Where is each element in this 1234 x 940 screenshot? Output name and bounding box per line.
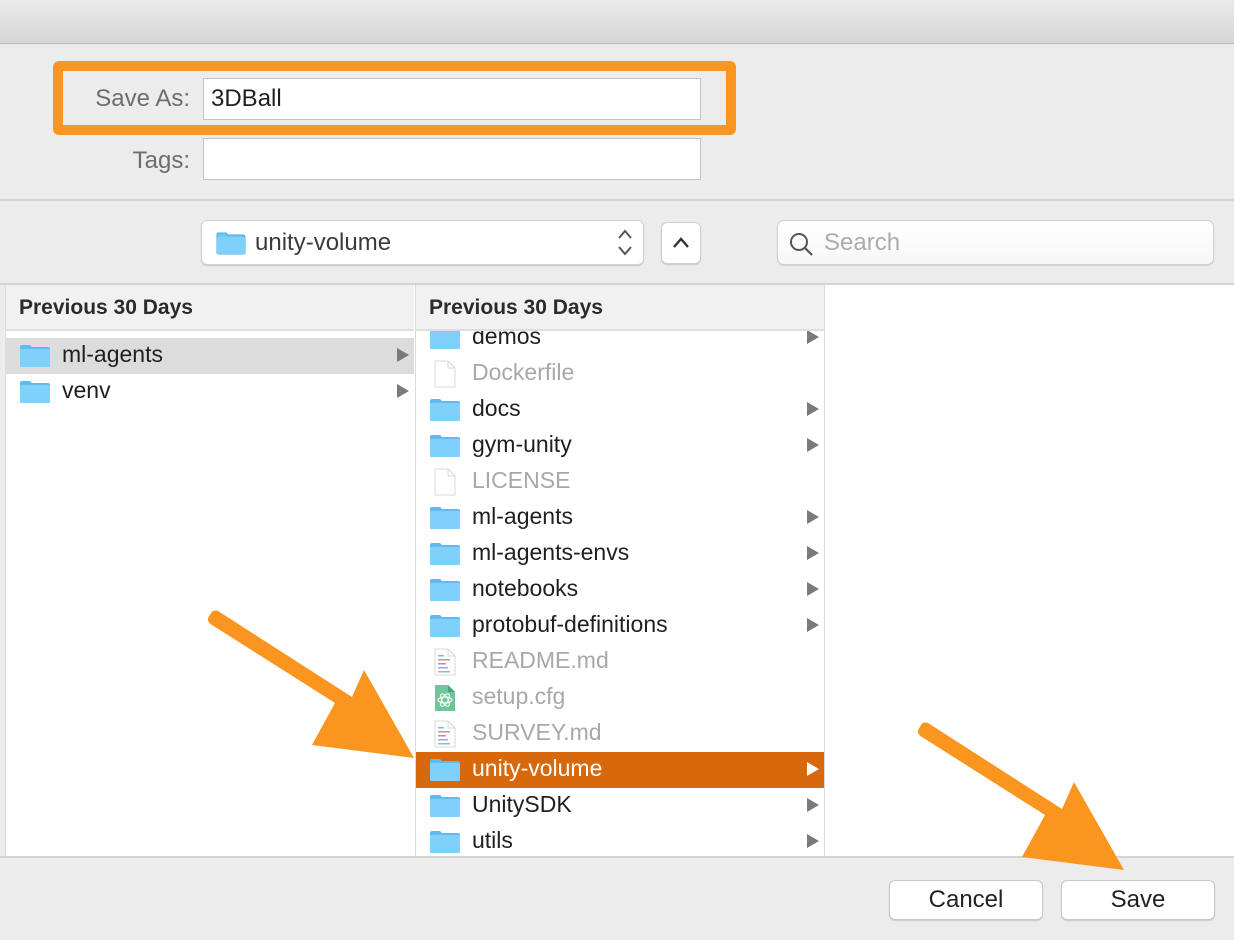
item-name: docs <box>472 395 521 421</box>
disclosure-chevron-icon <box>807 510 819 524</box>
disclosure-chevron-icon <box>807 402 819 416</box>
markdown-file-icon <box>429 648 461 681</box>
list-item[interactable]: SURVEY.md <box>416 716 824 752</box>
dialog-footer: Cancel Save <box>0 856 1234 940</box>
disclosure-chevron-icon <box>397 348 409 362</box>
folder-icon <box>429 398 461 427</box>
list-item[interactable]: venv <box>6 374 414 410</box>
folder-icon <box>429 614 461 643</box>
list-item[interactable]: LICENSE <box>416 464 824 500</box>
column-2-list: demos Dockerfile docs gym-unity LICENSE ml-ag… <box>416 320 824 856</box>
save-as-field[interactable]: 3DBall <box>203 78 701 120</box>
navigation-bar: unity-volume <box>0 202 1234 285</box>
item-name: unity-volume <box>472 755 603 781</box>
blank-file-icon <box>429 360 461 393</box>
item-name: ml-agents <box>62 341 163 367</box>
item-name: Dockerfile <box>472 359 575 385</box>
save-name-area: Save As: 3DBall Tags: <box>0 44 1234 201</box>
atom-file-icon <box>429 684 461 717</box>
folder-icon <box>19 380 51 409</box>
list-item[interactable]: setup.cfg <box>416 680 824 716</box>
item-name: README.md <box>472 647 609 673</box>
disclosure-chevron-icon <box>807 438 819 452</box>
column-1-list: ml-agents venv <box>6 338 414 410</box>
blank-file-icon <box>429 468 461 501</box>
disclosure-chevron-icon <box>807 762 819 776</box>
item-name: UnitySDK <box>472 791 572 817</box>
folder-icon <box>19 344 51 373</box>
folder-icon <box>216 232 246 260</box>
list-item[interactable]: ml-agents <box>6 338 414 374</box>
folder-icon <box>429 542 461 571</box>
folder-icon <box>429 830 461 856</box>
location-popup[interactable]: unity-volume <box>201 220 644 265</box>
folder-icon <box>429 434 461 463</box>
item-name: ml-agents-envs <box>472 539 630 565</box>
save-as-label: Save As: <box>95 85 190 112</box>
column-1[interactable]: Previous 30 Days ml-agents venv <box>5 285 414 856</box>
search-field[interactable] <box>777 220 1214 265</box>
column-browser: Previous 30 Days ml-agents venv Previous … <box>0 285 1234 856</box>
list-item[interactable]: utils <box>416 824 824 856</box>
item-name: SURVEY.md <box>472 719 602 745</box>
list-item[interactable]: UnitySDK <box>416 788 824 824</box>
column-3-empty <box>826 285 1234 856</box>
back-forward-toggle-button[interactable] <box>661 222 701 264</box>
item-name: LICENSE <box>472 467 571 493</box>
item-name: notebooks <box>472 575 579 601</box>
list-item[interactable]: notebooks <box>416 572 824 608</box>
item-name: gym-unity <box>472 431 572 457</box>
dialog-title-bar <box>0 0 1234 44</box>
item-name: setup.cfg <box>472 683 566 709</box>
list-item[interactable]: protobuf-definitions <box>416 608 824 644</box>
folder-icon <box>429 578 461 607</box>
disclosure-chevron-icon <box>807 582 819 596</box>
folder-icon <box>429 506 461 535</box>
disclosure-chevron-icon <box>807 618 819 632</box>
column-header: Previous 30 Days <box>6 285 414 331</box>
list-item[interactable]: docs <box>416 392 824 428</box>
item-name: ml-agents <box>472 503 573 529</box>
cancel-button[interactable]: Cancel <box>889 880 1043 920</box>
updown-chevron-icon <box>616 227 634 259</box>
list-item[interactable]: unity-volume <box>416 752 824 788</box>
folder-icon <box>429 794 461 823</box>
disclosure-chevron-icon <box>807 330 819 344</box>
disclosure-chevron-icon <box>807 834 819 848</box>
list-item[interactable]: README.md <box>416 644 824 680</box>
list-item[interactable]: Dockerfile <box>416 356 824 392</box>
column-2[interactable]: Previous 30 Days demos Dockerfile docs gym-… <box>415 285 825 856</box>
disclosure-chevron-icon <box>807 798 819 812</box>
item-name: utils <box>472 827 513 853</box>
disclosure-chevron-icon <box>397 384 409 398</box>
disclosure-chevron-icon <box>807 546 819 560</box>
folder-icon <box>429 758 461 787</box>
save-button[interactable]: Save <box>1061 880 1215 920</box>
list-item[interactable]: ml-agents-envs <box>416 536 824 572</box>
tags-label: Tags: <box>132 147 190 174</box>
search-input[interactable] <box>824 225 1204 260</box>
list-item[interactable]: gym-unity <box>416 428 824 464</box>
item-name: venv <box>62 377 111 403</box>
markdown-file-icon <box>429 720 461 753</box>
item-name: protobuf-definitions <box>472 611 668 637</box>
tags-field[interactable] <box>203 138 701 180</box>
location-label: unity-volume <box>255 229 392 256</box>
list-item[interactable]: ml-agents <box>416 500 824 536</box>
column-header: Previous 30 Days <box>416 285 824 331</box>
